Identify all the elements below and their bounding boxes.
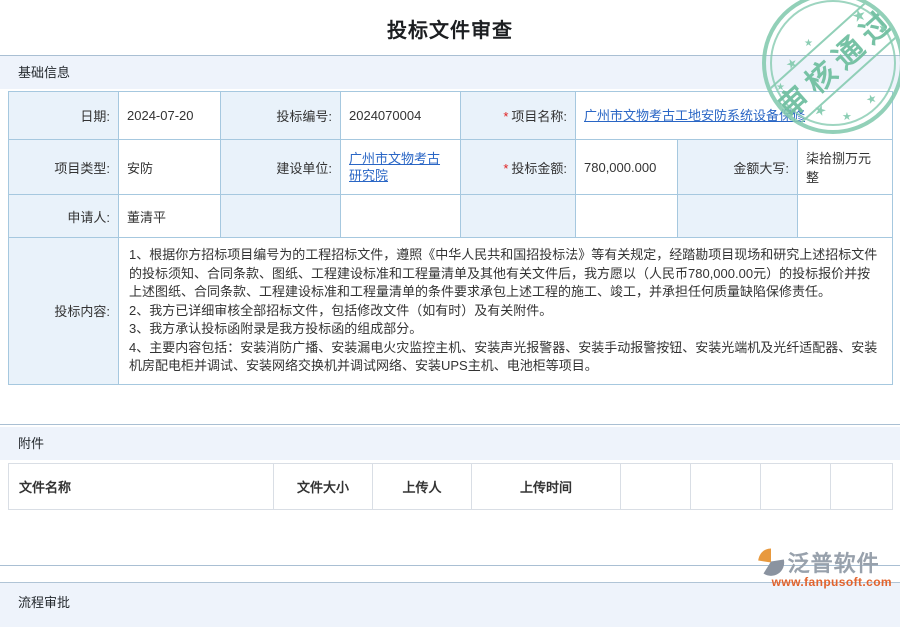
empty-label-cell	[461, 195, 576, 238]
empty-value-cell	[798, 195, 893, 238]
section-label-workflow: 流程审批	[18, 595, 70, 610]
applicant-label: 申请人:	[9, 195, 119, 238]
amount-caps-value: 柒拾捌万元整	[798, 140, 893, 195]
empty-value-cell	[576, 195, 678, 238]
section-header-basic-info: 基础信息	[0, 56, 900, 89]
empty-value-cell	[341, 195, 461, 238]
table-row: 日期: 2024-07-20 投标编号: 2024070004 *项目名称: 广…	[9, 92, 893, 140]
bid-content-text: 1、根据你方招标项目编号为的工程招标文件，遵照《中华人民共和国招投标法》等有关规…	[119, 238, 893, 385]
col-header-empty	[761, 463, 831, 509]
section-header-attachments: 附件	[0, 427, 900, 460]
required-mark: *	[503, 161, 508, 176]
divider-attachments	[0, 424, 900, 425]
bid-no-value: 2024070004	[341, 92, 461, 140]
empty-label-cell	[678, 195, 798, 238]
fanpu-logo-icon	[756, 547, 786, 577]
build-unit-cell: 广州市文物考古研究院	[341, 140, 461, 195]
date-label: 日期:	[9, 92, 119, 140]
required-mark: *	[503, 109, 508, 124]
col-header-file-size: 文件大小	[274, 463, 373, 509]
bid-amount-label: *投标金额:	[461, 140, 576, 195]
empty-label-cell	[221, 195, 341, 238]
project-name-label: *项目名称:	[461, 92, 576, 140]
applicant-value: 董清平	[119, 195, 221, 238]
attachments-header-row: 文件名称 文件大小 上传人 上传时间	[9, 463, 893, 509]
project-name-cell: 广州市文物考古工地安防系统设备保修	[576, 92, 893, 140]
col-header-uploader: 上传人	[373, 463, 472, 509]
col-header-empty	[621, 463, 691, 509]
vendor-name: 泛普软件	[788, 546, 880, 578]
build-unit-link[interactable]: 广州市文物考古研究院	[349, 151, 440, 183]
table-row: 申请人: 董清平	[9, 195, 893, 238]
project-name-link[interactable]: 广州市文物考古工地安防系统设备保修	[584, 108, 805, 123]
basic-info-table: 日期: 2024-07-20 投标编号: 2024070004 *项目名称: 广…	[8, 91, 893, 385]
bid-no-label: 投标编号:	[221, 92, 341, 140]
build-unit-label: 建设单位:	[221, 140, 341, 195]
bid-content-label: 投标内容:	[9, 238, 119, 385]
project-type-label: 项目类型:	[9, 140, 119, 195]
vendor-logo: 泛普软件 www.fanpusoft.com	[756, 546, 892, 589]
attachments-table: 文件名称 文件大小 上传人 上传时间	[8, 463, 893, 510]
table-row: 投标内容: 1、根据你方招标项目编号为的工程招标文件，遵照《中华人民共和国招投标…	[9, 238, 893, 385]
page-title: 投标文件审查	[0, 0, 900, 41]
section-label-attachments: 附件	[18, 436, 44, 451]
vendor-website[interactable]: www.fanpusoft.com	[756, 575, 892, 589]
col-header-empty	[691, 463, 761, 509]
col-header-upload-time: 上传时间	[472, 463, 621, 509]
section-label-basic-info: 基础信息	[18, 65, 70, 80]
bid-amount-value: 780,000.000	[576, 140, 678, 195]
date-value: 2024-07-20	[119, 92, 221, 140]
col-header-empty	[831, 463, 893, 509]
project-type-value: 安防	[119, 140, 221, 195]
table-row: 项目类型: 安防 建设单位: 广州市文物考古研究院 *投标金额: 780,000…	[9, 140, 893, 195]
col-header-file-name: 文件名称	[9, 463, 274, 509]
amount-caps-label: 金额大写:	[678, 140, 798, 195]
